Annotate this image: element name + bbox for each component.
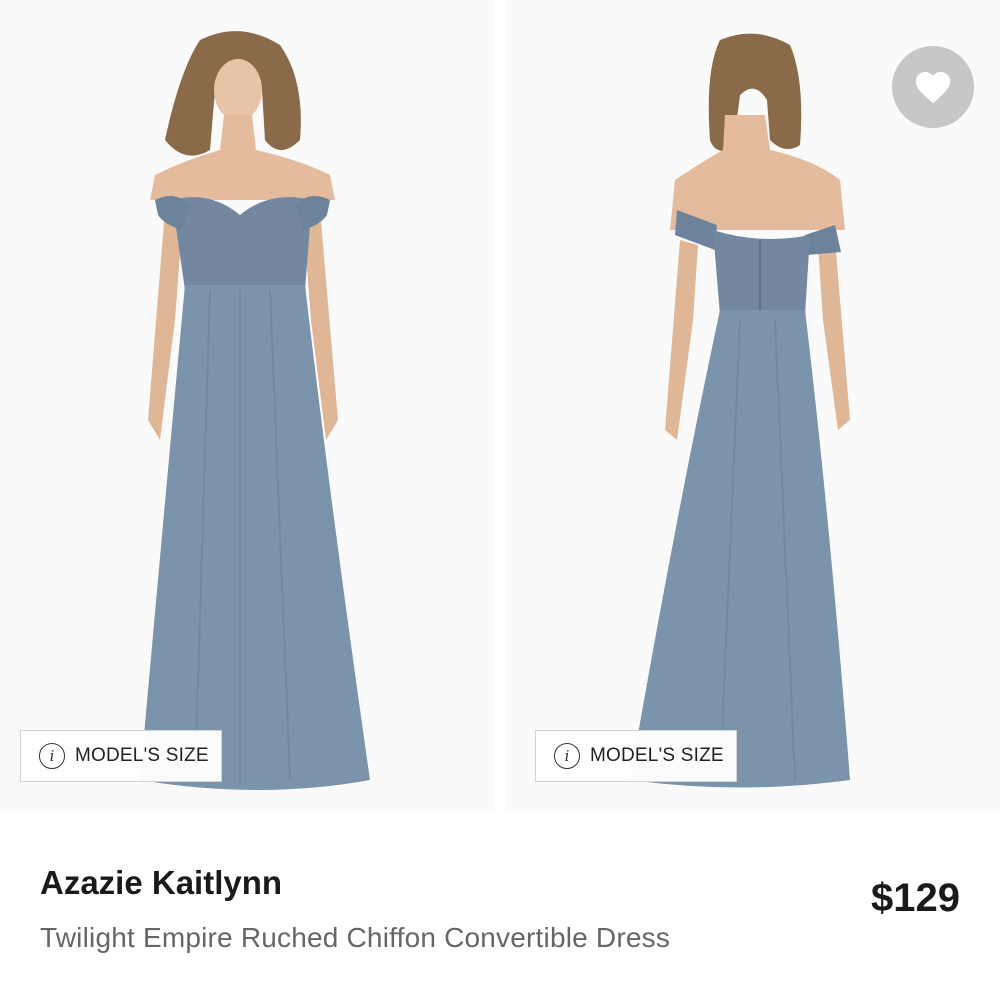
- favorite-button[interactable]: [892, 46, 974, 128]
- front-dress-photo: [0, 0, 495, 812]
- product-price: $129: [871, 876, 960, 920]
- model-size-button-back[interactable]: i MODEL'S SIZE: [535, 730, 737, 782]
- product-gallery: i MODEL'S SIZE i MODEL'S SIZE: [0, 0, 1000, 812]
- info-icon: i: [554, 743, 580, 769]
- product-name[interactable]: Azazie Kaitlynn: [40, 864, 282, 902]
- model-size-button-front[interactable]: i MODEL'S SIZE: [20, 730, 222, 782]
- info-icon: i: [39, 743, 65, 769]
- heart-icon: [915, 71, 951, 104]
- product-info: Azazie Kaitlynn Twilight Empire Ruched C…: [0, 812, 1000, 1000]
- product-description: Twilight Empire Ruched Chiffon Convertib…: [40, 922, 671, 953]
- model-size-label: MODEL'S SIZE: [590, 745, 724, 766]
- product-image-front[interactable]: i MODEL'S SIZE: [0, 0, 495, 812]
- model-size-label: MODEL'S SIZE: [75, 745, 209, 766]
